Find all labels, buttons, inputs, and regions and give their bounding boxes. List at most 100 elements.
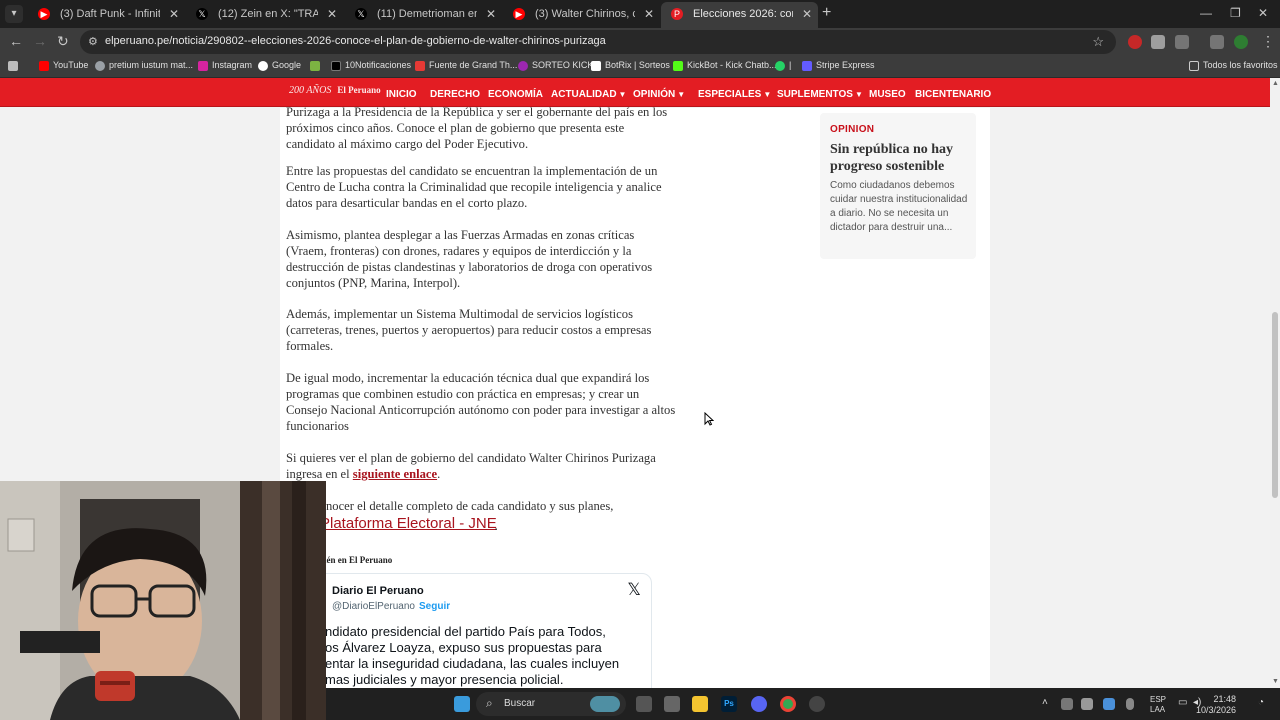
article-paragraph: nocer el detalle completo de cada candid… — [326, 499, 614, 513]
reading-list-icon[interactable] — [1210, 35, 1224, 49]
clock-date[interactable]: 10/3/2026 — [1188, 705, 1236, 715]
plan-link[interactable]: siguiente enlace — [353, 467, 437, 481]
terminal-icon[interactable] — [664, 696, 680, 712]
nav-actualidad[interactable]: ACTUALIDAD ▼ — [551, 89, 626, 100]
url-text[interactable]: elperuano.pe/noticia/290802--elecciones-… — [105, 35, 606, 47]
nav-bicentenario[interactable]: BICENTENARIO — [915, 89, 991, 100]
article-paragraph: Si quieres ver el plan de gobierno del c… — [286, 451, 656, 481]
notification-bell-icon[interactable]: ◔ — [1258, 697, 1264, 708]
chrome-icon[interactable] — [780, 696, 796, 712]
whatsapp-icon — [775, 61, 785, 71]
extension-badge-icon[interactable] — [1128, 35, 1142, 49]
nav-especiales[interactable]: ESPECIALES ▼ — [698, 89, 771, 100]
back-icon[interactable]: ← — [9, 33, 23, 49]
site-logo[interactable]: 200 AÑOS El Peruano — [289, 85, 381, 96]
chevron-down-icon: ▼ — [618, 90, 627, 99]
youtube-icon — [39, 61, 49, 71]
close-window-icon[interactable]: ✕ — [1258, 6, 1268, 20]
bookmark-fuente[interactable]: Fuente de Grand Th... — [415, 60, 517, 71]
webcam-overlay — [0, 481, 326, 720]
bookmarks-bar: YouTube pretium iustum mat... Instagram … — [0, 56, 1280, 78]
bookmark-pretium[interactable]: pretium iustum mat... — [95, 60, 193, 71]
nav-economia[interactable]: ECONOMÍA — [488, 89, 543, 100]
tweet-author-name[interactable]: Diario El Peruano — [332, 585, 424, 597]
address-bar[interactable]: ⚙ elperuano.pe/noticia/290802--eleccione… — [80, 30, 1116, 54]
tab-elecciones-2026[interactable]: P Elecciones 2026: conoce el plan ✕ — [661, 2, 818, 28]
settings-icon[interactable] — [809, 696, 825, 712]
tab-walter-chirinos[interactable]: ▶ (3) Walter Chirinos, candidato p ✕ — [503, 4, 660, 24]
article-container: Purizaga a la Presidencia de la Repúblic… — [280, 105, 990, 688]
puzzle-extensions-icon[interactable] — [1175, 35, 1189, 49]
profile-avatar-icon[interactable] — [1234, 35, 1248, 49]
bookmark-10notificaciones[interactable]: 10Notificaciones — [331, 60, 411, 71]
article-paragraph: Además, implementar un Sistema Multimoda… — [286, 307, 652, 353]
reload-icon[interactable]: ↻ — [57, 33, 69, 50]
close-tab-icon[interactable]: ✕ — [644, 4, 654, 24]
nav-suplementos[interactable]: SUPLEMENTOS ▼ — [777, 89, 863, 100]
nav-derecho[interactable]: DERECHO — [430, 89, 480, 100]
bookmark-botrix[interactable]: BotRix | Sorteos — [591, 60, 670, 71]
tray-app-icon[interactable] — [1061, 698, 1073, 710]
nav-inicio[interactable]: INICIO — [386, 89, 417, 100]
chevron-up-icon[interactable]: ˄ — [1042, 697, 1048, 708]
tab-zein[interactable]: 𝕏 (12) Zein en X: "TRAILER PERUS ✕ — [186, 4, 343, 24]
all-favorites[interactable]: Todos los favoritos — [1189, 60, 1278, 71]
file-explorer-icon[interactable] — [692, 696, 708, 712]
x-logo-icon[interactable]: 𝕏 — [627, 580, 641, 600]
extension-icon[interactable] — [1151, 35, 1165, 49]
tab-demetrioman[interactable]: 𝕏 (11) Demetrioman en X: "@EIZ ✕ — [345, 4, 502, 24]
botrix-icon — [591, 61, 601, 71]
onedrive-icon[interactable] — [1081, 698, 1093, 710]
tweet-text-line: os Álvarez Loayza, expuso sus propuestas… — [325, 640, 602, 655]
scroll-down-icon[interactable]: ▼ — [1272, 678, 1279, 685]
taskbar-search[interactable]: ⌕ Buscar — [476, 692, 626, 716]
jne-platform-link[interactable]: Plataforma Electoral - JNE — [320, 515, 497, 532]
bookmark-star-icon[interactable]: ☆ — [1092, 34, 1104, 50]
bookmark-instagram[interactable]: Instagram — [198, 60, 252, 71]
close-tab-icon[interactable]: ✕ — [327, 4, 337, 24]
photoshop-icon[interactable]: Ps — [721, 696, 737, 712]
nav-opinion[interactable]: OPINIÓN ▼ — [633, 89, 685, 100]
page-scrollbar[interactable]: ▲ ▼ — [1270, 78, 1280, 688]
tweet-handle[interactable]: @DiarioElPeruano — [332, 601, 415, 612]
bookmark-stripe[interactable]: Stripe Express — [802, 60, 875, 71]
opinion-card[interactable]: OPINION Sin república no hay progreso so… — [820, 113, 976, 259]
site-navbar: 200 AÑOS El Peruano INICIO DERECHO ECONOM… — [0, 78, 1270, 107]
site-info-icon[interactable]: ⚙ — [88, 35, 98, 48]
tab-daft-punk[interactable]: ▶ (3) Daft Punk - Infinity Repeatin ✕ — [28, 4, 185, 24]
restore-icon[interactable]: ❐ — [1230, 6, 1241, 20]
tray-app-icon[interactable] — [1103, 698, 1115, 710]
opinion-title[interactable]: Sin república no hay progreso sostenible — [830, 141, 972, 175]
close-tab-icon[interactable]: ✕ — [169, 4, 179, 24]
network-icon[interactable]: ▭ — [1178, 697, 1187, 708]
search-icon: ⌕ — [486, 696, 493, 710]
new-tab-icon[interactable]: + — [822, 4, 831, 22]
scrollbar-thumb[interactable] — [1272, 312, 1278, 498]
bookmark-whatsapp[interactable]: | — [775, 60, 791, 71]
search-highlight-icon — [590, 696, 620, 712]
tweet-text-line: mas judiciales y mayor presencia policia… — [325, 672, 564, 687]
close-tab-icon[interactable]: ✕ — [802, 2, 812, 26]
task-view-icon[interactable] — [636, 696, 652, 712]
tweet-follow-button[interactable]: Seguir — [419, 601, 450, 612]
youtube-icon: ▶ — [513, 8, 525, 20]
discord-icon[interactable] — [751, 696, 767, 712]
tweet-embed[interactable]: Diario El Peruano @DiarioElPeruano Segui… — [310, 573, 652, 688]
menu-kebab-icon[interactable]: ⋮ — [1261, 33, 1275, 50]
close-tab-icon[interactable]: ✕ — [486, 4, 496, 24]
tab-search-icon[interactable]: ▾ — [5, 5, 23, 23]
bookmark-google[interactable]: Google — [258, 60, 301, 71]
nav-museo[interactable]: MUSEO — [869, 89, 906, 100]
bookmark-sorteo-kick[interactable]: SORTEO KICK — [518, 60, 593, 71]
clock-time[interactable]: 21:48 — [1188, 694, 1236, 704]
elperuano-icon: P — [671, 8, 683, 20]
windows-start-icon[interactable] — [454, 696, 470, 712]
bookmark-youtube[interactable]: YouTube — [39, 60, 88, 71]
microphone-icon[interactable] — [1126, 698, 1134, 710]
language-indicator[interactable]: ESP — [1150, 695, 1166, 704]
bookmark-kickbot[interactable]: KickBot - Kick Chatb... — [673, 60, 777, 71]
language-indicator-sub[interactable]: LAA — [1150, 705, 1165, 714]
scroll-up-icon[interactable]: ▲ — [1272, 80, 1279, 87]
forward-icon[interactable]: → — [33, 33, 47, 49]
minimize-icon[interactable]: — — [1200, 6, 1212, 20]
